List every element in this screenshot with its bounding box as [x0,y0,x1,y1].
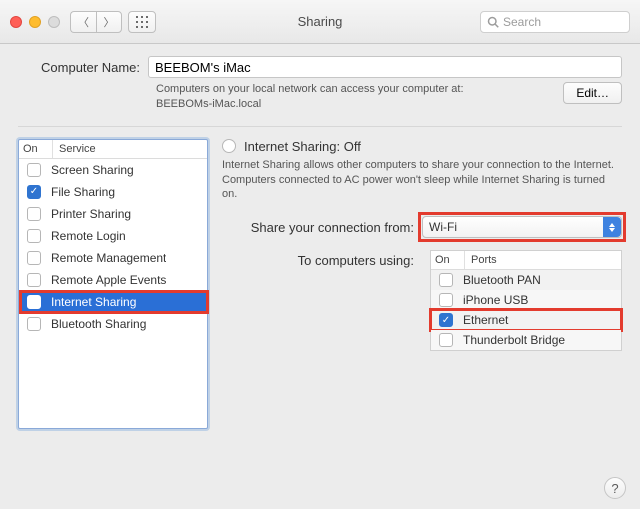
port-label: Thunderbolt Bridge [463,333,565,347]
computer-name-label: Computer Name: [18,60,148,75]
port-label: Ethernet [463,313,508,327]
service-label: File Sharing [51,185,115,199]
col-on: On [19,140,53,158]
minimize-icon[interactable] [29,16,41,28]
service-checkbox[interactable] [27,207,41,221]
service-label: Remote Apple Events [51,273,166,287]
col-service: Service [53,140,207,158]
port-checkbox[interactable] [439,293,453,307]
forward-button[interactable]: 〉 [96,11,122,33]
port-row[interactable]: Thunderbolt Bridge [431,330,621,350]
service-label: Printer Sharing [51,207,131,221]
window-controls [10,16,60,28]
service-row[interactable]: Remote Apple Events [19,269,207,291]
close-icon[interactable] [10,16,22,28]
port-checkbox[interactable] [439,273,453,287]
share-from-value: Wi-Fi [429,220,457,234]
computer-name-hint: Computers on your local network can acce… [156,82,553,112]
service-label: Remote Login [51,229,126,243]
search-icon [487,16,499,28]
detail-description: Internet Sharing allows other computers … [222,158,622,203]
share-from-select[interactable]: Wi-Fi [422,216,622,238]
col-on: On [431,251,465,269]
back-button[interactable]: 〈 [70,11,96,33]
service-row[interactable]: Screen Sharing [19,159,207,181]
service-label: Screen Sharing [51,163,134,177]
service-checkbox[interactable] [27,163,41,177]
port-label: iPhone USB [463,293,528,307]
service-label: Internet Sharing [51,295,136,309]
service-checkbox[interactable] [27,273,41,287]
service-checkbox[interactable] [27,229,41,243]
port-label: Bluetooth PAN [463,273,541,287]
service-checkbox[interactable]: ✓ [27,185,41,199]
service-checkbox[interactable] [27,251,41,265]
titlebar: 〈 〉 Sharing Search [0,0,640,44]
service-list[interactable]: On Service Screen Sharing ✓ File Sharing Pr… [18,139,208,429]
show-all-button[interactable] [128,11,156,33]
service-checkbox[interactable] [27,317,41,331]
service-row[interactable]: Remote Login [19,225,207,247]
to-computers-label: To computers using: [222,250,422,268]
port-checkbox[interactable]: ✓ [439,313,453,327]
service-label: Bluetooth Sharing [51,317,146,331]
service-row[interactable]: ✓ File Sharing [19,181,207,203]
computer-name-field[interactable] [148,56,622,78]
service-row[interactable]: Printer Sharing [19,203,207,225]
edit-button[interactable]: Edit… [563,82,622,104]
service-row[interactable]: Remote Management [19,247,207,269]
search-input[interactable]: Search [480,11,630,33]
zoom-icon [48,16,60,28]
share-from-label: Share your connection from: [222,220,422,235]
nav-buttons: 〈 〉 [70,11,122,33]
ports-list-header: On Ports [431,251,621,270]
service-checkbox[interactable] [27,295,41,309]
service-row[interactable]: Bluetooth Sharing [19,313,207,335]
port-row[interactable]: Bluetooth PAN [431,270,621,290]
search-placeholder: Search [503,15,541,29]
detail-title: Internet Sharing: Off [244,139,361,154]
internet-sharing-toggle[interactable] [222,139,236,153]
ports-list[interactable]: On Ports Bluetooth PAN iPhone USB ✓ Etherne… [430,250,622,351]
port-row[interactable]: ✓ Ethernet [431,310,621,330]
grid-icon [136,16,148,28]
col-ports: Ports [465,251,621,269]
port-checkbox[interactable] [439,333,453,347]
chevron-up-down-icon [603,217,621,237]
port-row[interactable]: iPhone USB [431,290,621,310]
help-button[interactable]: ? [604,477,626,499]
service-list-header: On Service [19,140,207,159]
service-row[interactable]: Internet Sharing [19,291,207,313]
service-label: Remote Management [51,251,166,265]
